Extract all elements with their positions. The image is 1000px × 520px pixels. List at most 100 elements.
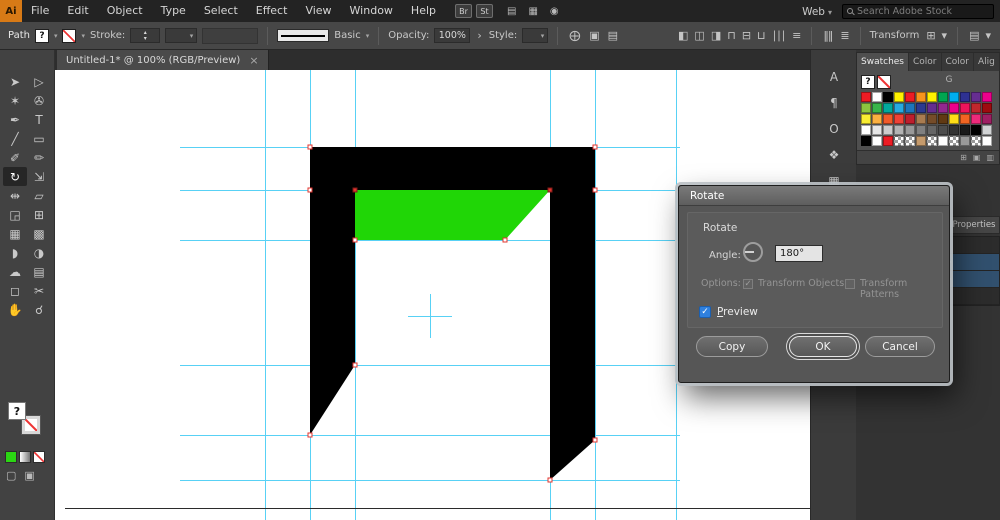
fill-swatch-indicator[interactable]: ?: [8, 402, 26, 420]
swatch-r0-c3[interactable]: [894, 92, 904, 102]
menu-effect[interactable]: Effect: [247, 0, 297, 22]
swatch-r2-c0[interactable]: [861, 114, 871, 124]
swatch-r2-c8[interactable]: [949, 114, 959, 124]
document-tab[interactable]: Untitled-1* @ 100% (RGB/Preview) ×: [57, 50, 269, 70]
perspective-grid-tool[interactable]: ⊞: [27, 205, 51, 224]
style-dropdown[interactable]: ▾: [522, 28, 549, 43]
align-left-icon[interactable]: ◧: [676, 29, 689, 42]
mini-swatch-2[interactable]: [33, 451, 45, 463]
swatch-r3-c5[interactable]: [916, 125, 926, 135]
swatch-r2-c2[interactable]: [883, 114, 893, 124]
swatch-r1-c7[interactable]: [938, 103, 948, 113]
new-swatch-icon[interactable]: ▣: [973, 153, 981, 162]
mini-swatch-1[interactable]: [19, 451, 31, 463]
swatch-r2-c11[interactable]: [982, 114, 992, 124]
stroke-weight-stepper[interactable]: ▴ ▾: [130, 28, 161, 43]
lasso-tool[interactable]: ✇: [27, 91, 51, 110]
stroke-proxy[interactable]: [62, 28, 77, 43]
align-right-icon[interactable]: ◨: [709, 29, 722, 42]
right-column-shape[interactable]: [550, 190, 595, 480]
rotate-tool[interactable]: ↻: [3, 167, 27, 186]
swatch-r1-c9[interactable]: [960, 103, 970, 113]
symbol-sprayer-tool[interactable]: ☁: [3, 262, 27, 281]
swatch-r4-c8[interactable]: [949, 136, 959, 146]
opacity-more-button[interactable]: ›: [475, 29, 483, 42]
draw-mode-icon[interactable]: ▢: [6, 469, 16, 482]
artboard-tool[interactable]: ◻: [3, 281, 27, 300]
anchor-point[interactable]: [547, 187, 553, 193]
swatch-r4-c6[interactable]: [927, 136, 937, 146]
cancel-button[interactable]: Cancel: [865, 336, 935, 357]
distribute-h-icon[interactable]: ∣∣∣: [770, 29, 788, 42]
left-column-shape[interactable]: [310, 190, 355, 435]
ok-button[interactable]: OK: [789, 336, 857, 357]
bridge-badge[interactable]: Br: [455, 4, 472, 18]
transform-patterns-checkbox[interactable]: [845, 279, 855, 289]
document-setup-icon[interactable]: ▣: [587, 29, 601, 42]
swatch-r3-c11[interactable]: [982, 125, 992, 135]
magic-wand-tool[interactable]: ✶: [3, 91, 27, 110]
fill-proxy[interactable]: ?: [34, 28, 49, 43]
swatch-r4-c2[interactable]: [883, 136, 893, 146]
close-icon[interactable]: ×: [249, 54, 258, 67]
swatch-r3-c10[interactable]: [971, 125, 981, 135]
blend-tool[interactable]: ◑: [27, 243, 51, 262]
swatch-r2-c4[interactable]: [905, 114, 915, 124]
anchor-point[interactable]: [307, 187, 313, 193]
swatch-r2-c6[interactable]: [927, 114, 937, 124]
brush-definition[interactable]: [277, 29, 330, 42]
top-bar-shape[interactable]: [310, 147, 595, 190]
swatch-r1-c2[interactable]: [883, 103, 893, 113]
stroke-caret-icon[interactable]: ▾: [81, 32, 85, 40]
anchor-point[interactable]: [502, 237, 508, 243]
zoom-tool[interactable]: ☌: [27, 300, 51, 319]
tab-swatches[interactable]: Swatches: [857, 53, 909, 71]
anchor-point[interactable]: [352, 362, 358, 368]
brush-caret-icon[interactable]: ▾: [366, 32, 370, 40]
swatch-r1-c4[interactable]: [905, 103, 915, 113]
distribute-v-icon[interactable]: ≡: [790, 29, 802, 42]
swatch-r1-c11[interactable]: [982, 103, 992, 113]
hand-tool[interactable]: ✋: [3, 300, 27, 319]
transform-label[interactable]: Transform: [870, 30, 920, 41]
copy-button[interactable]: Copy: [696, 336, 768, 357]
stock-badge[interactable]: St: [476, 4, 493, 18]
swatch-r0-c10[interactable]: [971, 92, 981, 102]
transform-grid-icon[interactable]: ⊞: [924, 29, 936, 42]
paragraph-panel-icon[interactable]: ¶: [811, 90, 857, 116]
touch-workspace-icon[interactable]: ◉: [546, 6, 563, 17]
transform-objects-checkbox[interactable]: [743, 279, 753, 289]
panel-options-icon[interactable]: ▤: [967, 29, 980, 42]
swatch-r2-c10[interactable]: [971, 114, 981, 124]
rotated-green-shape[interactable]: [355, 190, 550, 240]
menu-select[interactable]: Select: [195, 0, 247, 22]
swatch-r0-c2[interactable]: [883, 92, 893, 102]
more-caret-icon[interactable]: ▾: [983, 29, 992, 42]
swatch-r0-c11[interactable]: [982, 92, 992, 102]
swatch-r3-c0[interactable]: [861, 125, 871, 135]
appearance-panel-icon[interactable]: ❖: [811, 142, 857, 168]
arrange-documents-icon[interactable]: ▤: [503, 6, 520, 17]
swatch-r4-c11[interactable]: [982, 136, 992, 146]
none-swatch[interactable]: [877, 75, 891, 89]
swatch-r3-c1[interactable]: [872, 125, 882, 135]
menu-object[interactable]: Object: [98, 0, 152, 22]
swatch-r0-c4[interactable]: [905, 92, 915, 102]
width-tool[interactable]: ⇹: [3, 186, 27, 205]
anchor-point[interactable]: [307, 144, 313, 150]
swatch-r3-c2[interactable]: [883, 125, 893, 135]
slice-tool[interactable]: ✂: [27, 281, 51, 300]
menu-window[interactable]: Window: [341, 0, 402, 22]
tab-alig[interactable]: Alig: [974, 53, 1000, 71]
selection-tool[interactable]: ➤: [3, 72, 27, 91]
align-h-center-icon[interactable]: ◫: [692, 29, 705, 42]
direct-selection-tool[interactable]: ▷: [27, 72, 51, 91]
swatch-r1-c6[interactable]: [927, 103, 937, 113]
swatch-r4-c7[interactable]: [938, 136, 948, 146]
swatch-r4-c10[interactable]: [971, 136, 981, 146]
search-input[interactable]: [857, 5, 977, 17]
transform-caret-icon[interactable]: ▾: [940, 29, 949, 42]
swatch-r0-c9[interactable]: [960, 92, 970, 102]
preferences-icon[interactable]: ▤: [606, 29, 620, 42]
workspace-switcher[interactable]: Web ▾: [802, 5, 832, 18]
